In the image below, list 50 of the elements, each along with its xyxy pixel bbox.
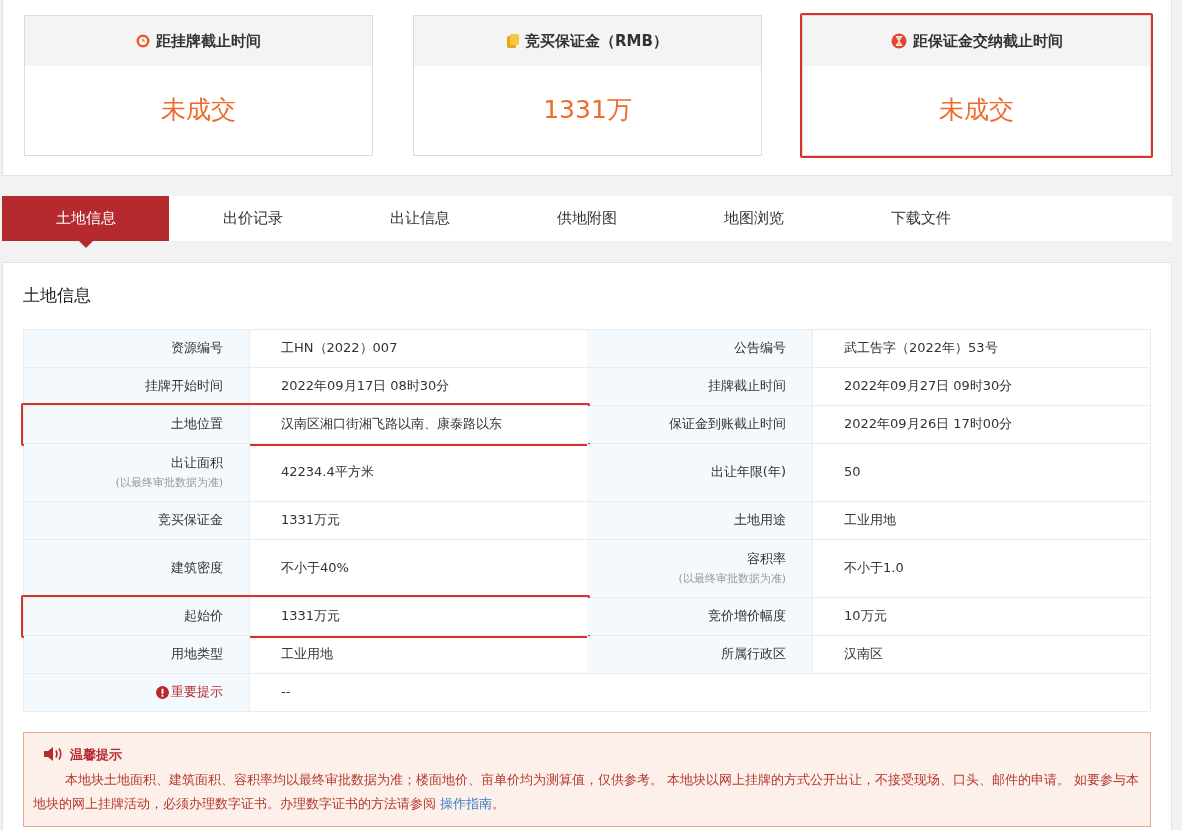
field-value: 42234.4平方米 [281,463,374,482]
field-label: 竞价增价幅度 [708,607,786,626]
card-value: 未成交 [939,93,1014,126]
field-value: 2022年09月27日 09时30分 [844,377,1013,396]
card-value: 1331万 [543,93,632,126]
field-label: 保证金到账截止时间 [669,415,786,434]
notice-text: 本地块土地面积、建筑面积、容积率均以最终审批数据为准；楼面地价、亩单价均为测算值，仅供参考。 本地块以网上挂牌的方式公开出让，不接受现场、口头、邮件的申请。 如要参与本地块的网上挂牌活动，必须办理数字证书。办理数字证书的方法请参阅 操作指南。 [33,771,1141,813]
field-label: 出让年限(年) [710,463,786,482]
field-value: 10万元 [844,607,887,626]
field-value: 2022年09月26日 17时00分 [844,415,1013,434]
field-label: 土地位置 [171,415,223,434]
card-title: 距保证金交纳截止时间 [912,30,1063,52]
hourglass-icon [890,33,907,49]
field-value: 工业用地 [844,511,896,530]
coins-icon [507,34,520,48]
card-value: 未成交 [161,93,236,126]
field-value: 汉南区湘口街湘飞路以南、康泰路以东 [281,415,502,434]
field-value: 汉南区 [844,645,883,664]
field-label: 所属行政区 [721,645,786,664]
field-value: 1331万元 [281,607,341,626]
field-label: 用地类型 [171,645,223,664]
field-label: 挂牌截止时间 [708,377,786,396]
field-label: 建筑密度 [171,559,223,578]
field-label: 资源编号 [171,339,223,358]
field-value: 2022年09月17日 08时30分 [281,377,450,396]
card-title: 距挂牌截止时间 [156,30,261,52]
field-label: 重要提示 [171,683,223,702]
field-note: (以最终审批数据为准) [678,571,786,587]
field-value: 50 [844,463,861,482]
field-value: 不小于40% [281,559,349,578]
guide-link[interactable]: 操作指南 [440,796,493,811]
field-value: -- [281,683,291,702]
clock-icon [136,34,150,48]
section-title: 土地信息 [23,284,91,307]
field-label: 容积率 [747,549,786,568]
field-label: 土地用途 [734,511,786,530]
field-note: (以最终审批数据为准) [115,475,223,491]
field-label: 竞买保证金 [158,511,223,530]
notice-title: 温馨提示 [70,745,122,764]
field-value: 工业用地 [281,645,333,664]
field-value: 不小于1.0 [844,559,904,578]
field-value: 工HN（2022）007 [281,339,398,358]
tab-pointer [78,241,93,248]
field-label: 公告编号 [734,339,786,358]
field-label: 起始价 [184,607,223,626]
card-title: 竞买保证金（RMB） [525,30,668,52]
field-value: 武工告字（2022年）53号 [844,339,998,358]
field-label: 挂牌开始时间 [145,377,223,396]
field-value: 1331万元 [281,511,341,530]
field-label: 出让面积 [171,453,223,472]
